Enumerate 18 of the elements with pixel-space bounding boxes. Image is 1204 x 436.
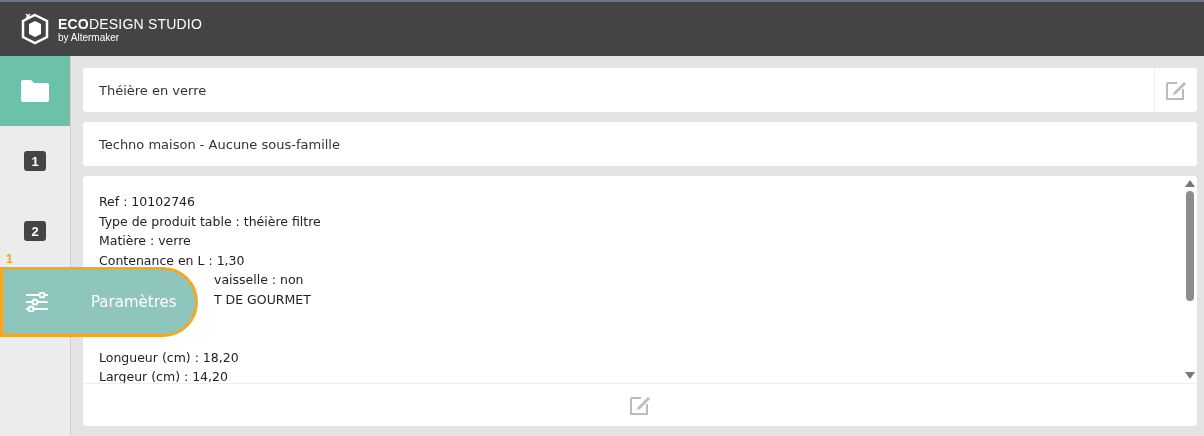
cube-logo-icon [20, 12, 50, 46]
detail-line: Largeur (cm) : 14,20 [99, 368, 228, 383]
product-name: Théière en verre [98, 82, 208, 98]
brand-name: ECODESIGN STUDIO [58, 15, 202, 32]
detail-line: Matière : verre [99, 232, 191, 251]
tour-step-number: 1 [6, 252, 13, 266]
detail-line: vaisselle : non [214, 271, 304, 290]
folder-icon [20, 79, 50, 103]
folder-tab[interactable] [0, 56, 70, 126]
step-tab[interactable]: 1 [0, 126, 70, 196]
product-family: Techno maison - Aucune sous-famille [98, 136, 341, 152]
detail-line: Type de produit table : théière filtre [99, 212, 321, 231]
detail-line: Contenance en L : 1,30 [99, 251, 245, 270]
detail-line: Ref : 10102746 [99, 193, 195, 211]
detail-line: T DE GOURMET [214, 290, 311, 309]
brand-byline: by Altermaker [58, 31, 121, 43]
sliders-icon [25, 292, 49, 312]
detail-line: Longueur (cm) : 18,20 [99, 348, 239, 367]
